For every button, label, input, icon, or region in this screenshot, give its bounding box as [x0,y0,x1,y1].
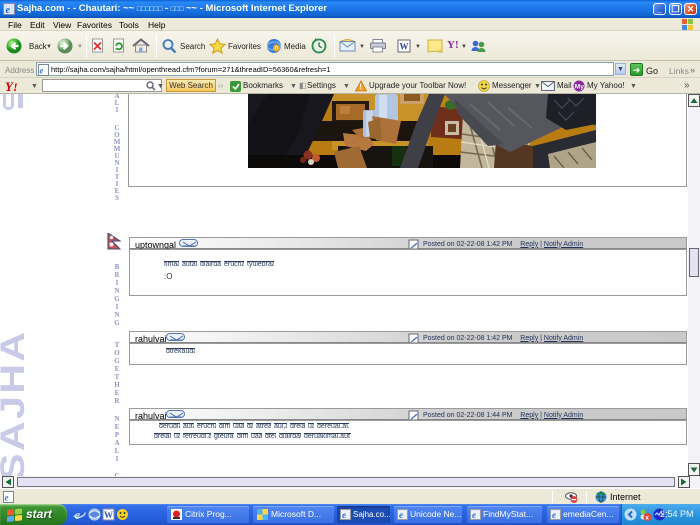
svg-text:e: e [5,493,9,503]
svg-text:e: e [6,5,11,15]
svg-text:W: W [400,42,409,52]
svg-text:W: W [104,510,113,520]
svg-text:e: e [342,510,346,520]
svg-text:e: e [472,510,476,520]
svg-text:e: e [399,510,403,520]
svg-text:x: x [645,515,649,522]
svg-text:!: ! [359,83,362,92]
svg-text:e: e [40,66,44,76]
svg-text:e: e [552,510,556,520]
svg-text:e: e [75,508,81,521]
svg-text:My: My [575,84,584,91]
